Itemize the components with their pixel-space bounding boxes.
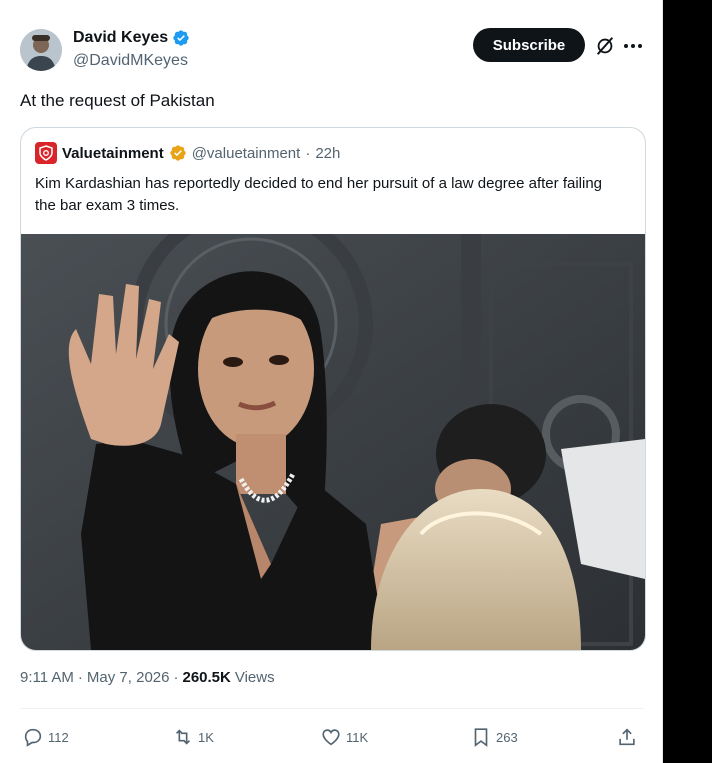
divider [20, 708, 644, 709]
author-name-row[interactable]: David Keyes [73, 29, 190, 47]
like-button[interactable]: 11K [320, 723, 368, 751]
tweet-date[interactable]: May 7, 2026 [87, 669, 170, 686]
quoted-photo[interactable] [21, 234, 645, 650]
repost-button[interactable]: 1K [172, 723, 214, 751]
repost-icon [175, 729, 191, 745]
subscribe-button[interactable]: Subscribe [473, 28, 585, 62]
grok-icon[interactable] [594, 35, 616, 57]
tweet-card: David Keyes @DavidMKeyes Subscribe At th… [0, 0, 663, 763]
share-icon [619, 728, 635, 746]
like-count: 11K [346, 729, 369, 745]
bookmark-count: 263 [496, 729, 518, 745]
tweet-text: At the request of Pakistan [20, 91, 215, 110]
author-handle[interactable]: @DavidMKeyes [73, 52, 188, 70]
tweet-time[interactable]: 9:11 AM [20, 669, 74, 686]
author-display-name[interactable]: David Keyes [73, 29, 168, 47]
quoted-time[interactable]: 22h [315, 145, 340, 162]
share-button[interactable] [616, 723, 638, 751]
tweet-meta: 9:11 AM · May 7, 2026 · 260.5K Views [20, 669, 275, 686]
quoted-display-name[interactable]: Valuetainment [62, 145, 164, 162]
gold-verified-badge-icon [170, 145, 186, 161]
views-count: 260.5K [182, 669, 231, 686]
repost-count: 1K [198, 729, 214, 745]
reply-count: 112 [48, 729, 69, 745]
quoted-text: Kim Kardashian has reportedly decided to… [35, 175, 603, 214]
quoted-separator: · [305, 144, 311, 162]
bookmark-icon [474, 728, 488, 747]
avatar[interactable] [20, 29, 62, 71]
heart-icon [322, 729, 340, 746]
quoted-tweet[interactable]: Valuetainment @valuetainment · 22h Kim K… [20, 127, 646, 651]
quoted-header: Valuetainment @valuetainment · 22h [35, 142, 340, 164]
valuetainment-logo-icon [35, 142, 57, 164]
reply-button[interactable]: 112 [22, 723, 69, 751]
action-bar: 112 1K 11K 263 [20, 723, 644, 751]
bookmark-button[interactable]: 263 [470, 723, 518, 751]
meta-dot: · [173, 669, 179, 686]
verified-badge-icon [173, 30, 189, 46]
reply-icon [24, 728, 42, 747]
meta-dot: · [77, 669, 83, 686]
more-icon[interactable] [624, 36, 646, 56]
quoted-handle[interactable]: @valuetainment [192, 145, 301, 162]
views-label: Views [234, 669, 275, 686]
